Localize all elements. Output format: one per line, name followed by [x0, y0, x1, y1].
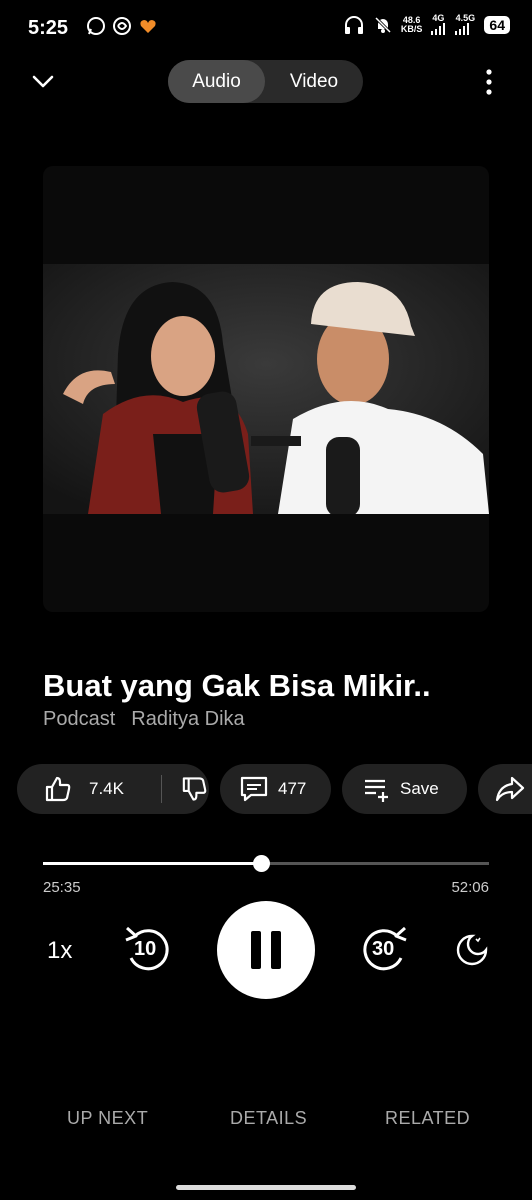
save-button[interactable]: Save: [342, 764, 467, 814]
signal-bars-icon: [431, 23, 446, 35]
sleep-timer-icon[interactable]: [455, 933, 489, 967]
mute-bell-icon: [374, 16, 391, 33]
tab-details[interactable]: DETAILS: [230, 1108, 307, 1129]
collapse-chevron-icon[interactable]: [28, 66, 58, 96]
total-duration: 52:06: [451, 879, 489, 896]
app-heart-icon: [140, 20, 156, 33]
seek-handle[interactable]: [253, 855, 271, 872]
net-speed: 48.6 KB/S: [400, 15, 423, 34]
rewind-button[interactable]: 10: [121, 922, 173, 974]
notification-icons: [86, 16, 158, 36]
more-options-icon[interactable]: [478, 68, 500, 96]
save-label: Save: [400, 779, 439, 798]
signal-bars-icon: [455, 23, 470, 35]
share-button[interactable]: [478, 764, 532, 814]
signal-4g-label: 4G: [432, 13, 445, 23]
sync-icon: [113, 17, 131, 35]
album-artwork: [43, 166, 489, 612]
like-count: 7.4K: [89, 779, 124, 798]
share-icon: [495, 776, 525, 802]
comment-icon: [240, 776, 268, 802]
thumbs-down-icon[interactable]: [180, 774, 209, 804]
seek-bar-progress: [43, 862, 262, 865]
tab-up-next[interactable]: UP NEXT: [67, 1108, 148, 1129]
play-pause-button[interactable]: [217, 901, 315, 999]
like-dislike-pill: 7.4K: [17, 764, 209, 814]
elapsed-time: 25:35: [43, 879, 81, 896]
battery-level: 64: [484, 15, 510, 34]
status-time: 5:25: [28, 17, 69, 39]
rewind-seconds: 10: [134, 938, 157, 960]
system-status: 48.6 KB/S 4G 4.5G 64: [343, 14, 510, 35]
comments-button[interactable]: 477: [220, 764, 331, 814]
playlist-add-icon: [365, 779, 388, 802]
forward-seconds: 30: [372, 938, 395, 960]
signal-4g: 4G: [430, 14, 446, 35]
track-meta: Podcast Raditya Dika: [43, 708, 245, 731]
channel-name[interactable]: Raditya Dika: [131, 708, 244, 731]
tab-audio[interactable]: Audio: [168, 60, 265, 103]
track-title: Buat yang Gak Bisa Mikir..: [43, 668, 431, 703]
audio-video-toggle: Audio Video: [168, 60, 363, 103]
signal-45g-label: 4.5G: [455, 13, 476, 23]
comment-count: 477: [278, 779, 307, 798]
headphones-icon: [344, 15, 363, 34]
tab-related[interactable]: RELATED: [385, 1108, 470, 1129]
whatsapp-icon: [87, 17, 105, 35]
signal-45g: 4.5G: [454, 14, 476, 35]
track-category: Podcast: [43, 708, 116, 730]
playback-speed-button[interactable]: 1x: [47, 937, 72, 965]
video-thumbnail: [43, 264, 489, 514]
pause-icon: [251, 931, 281, 969]
thumbs-up-icon: [45, 776, 71, 802]
home-indicator[interactable]: [176, 1185, 356, 1190]
tab-video[interactable]: Video: [265, 60, 363, 103]
like-divider: [161, 775, 163, 803]
like-button[interactable]: 7.4K: [17, 774, 139, 804]
net-speed-unit: KB/S: [400, 23, 423, 34]
forward-button[interactable]: 30: [359, 922, 411, 974]
